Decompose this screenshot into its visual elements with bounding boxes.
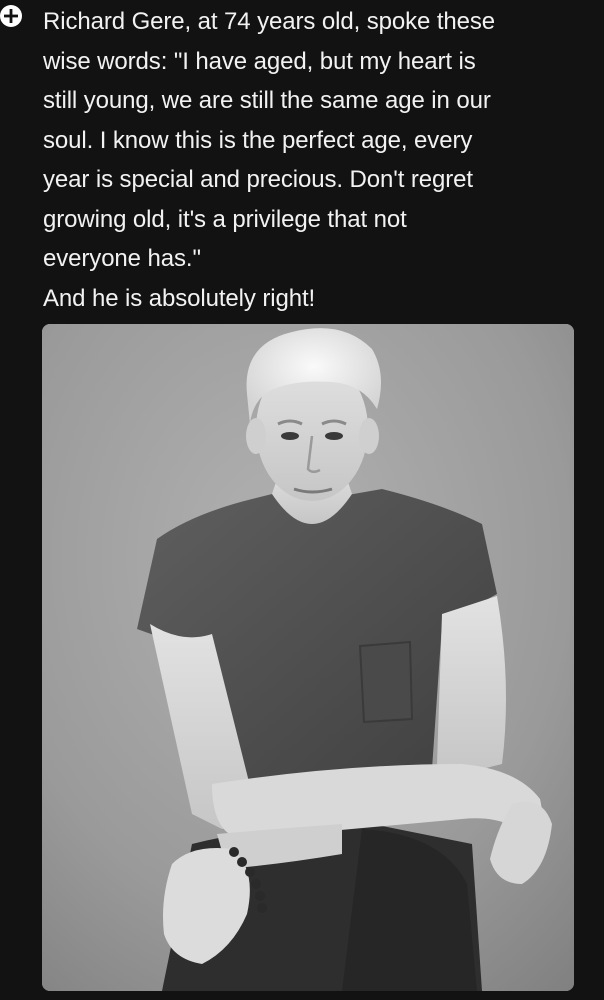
plus-circle-icon[interactable] — [0, 5, 22, 27]
post-screen: Richard Gere, at 74 years old, spoke the… — [0, 0, 604, 1000]
post-photo[interactable] — [42, 324, 574, 991]
photo-arm-right — [437, 596, 506, 774]
post-text: Richard Gere, at 74 years old, spoke the… — [43, 8, 496, 312]
